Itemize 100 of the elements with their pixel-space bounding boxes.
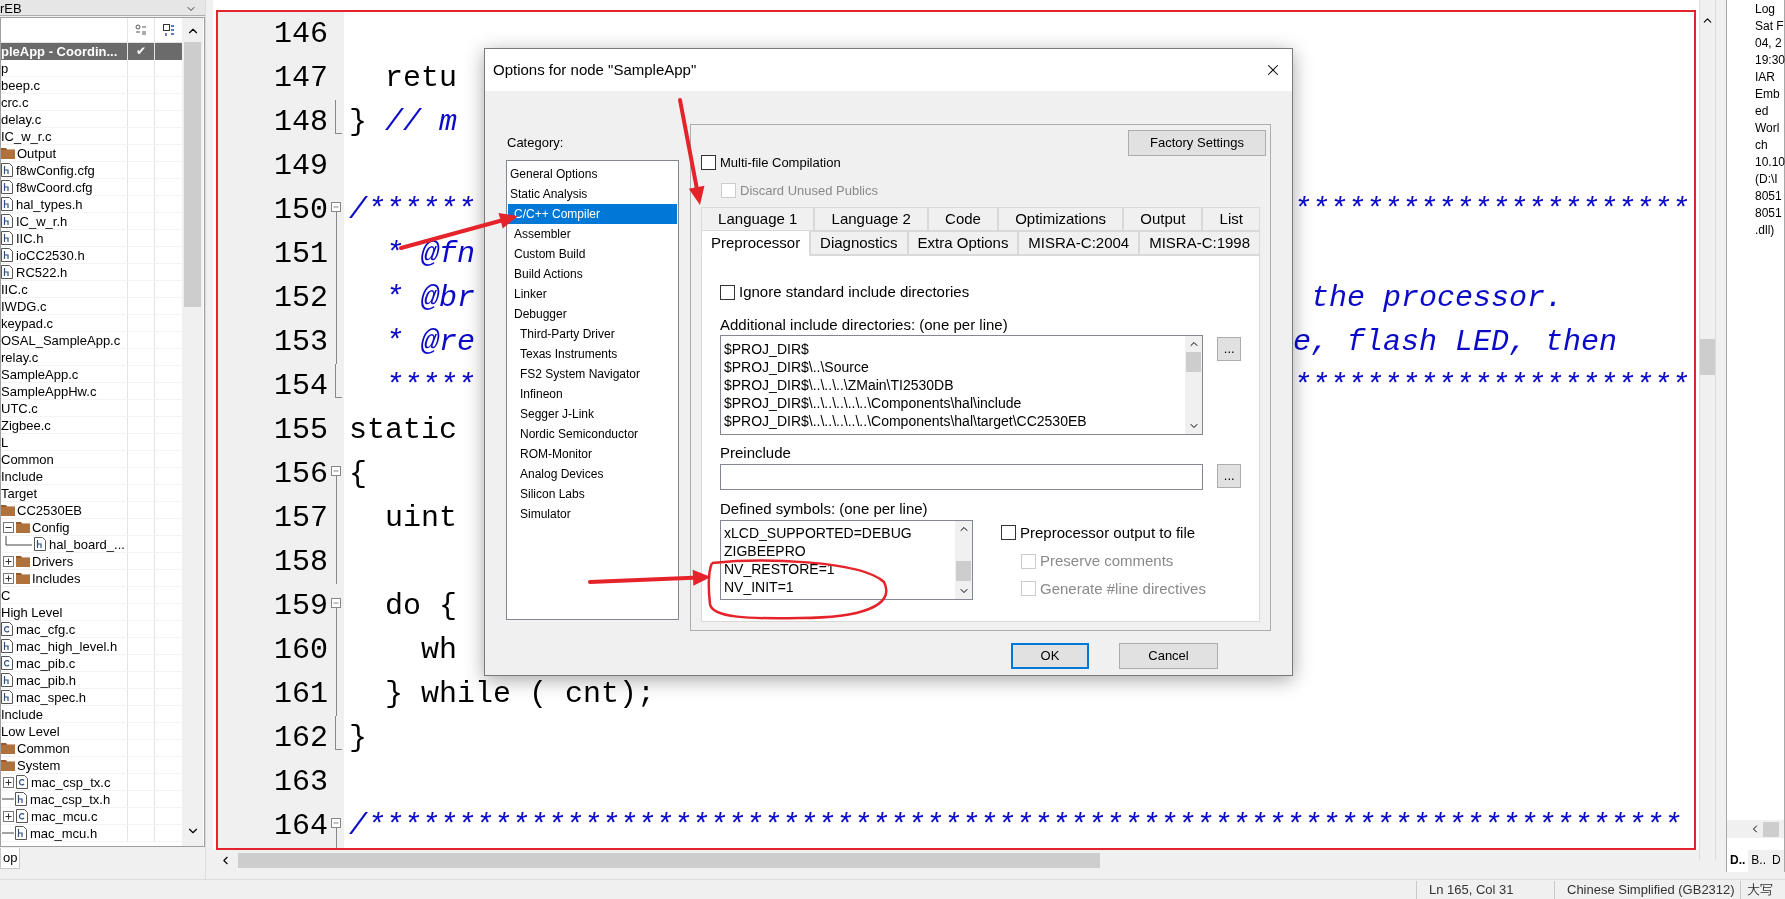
column-icon[interactable]	[135, 24, 147, 36]
tree-item[interactable]: Output	[17, 146, 57, 160]
tree-item[interactable]: f8wConfig.cfg	[16, 163, 95, 177]
tree-item[interactable]: Common	[1, 452, 54, 466]
tree-item[interactable]: Includes	[32, 571, 81, 585]
category-item[interactable]: Infineon	[508, 384, 677, 404]
category-item[interactable]: Nordic Semiconductor	[508, 424, 677, 444]
category-item[interactable]: C/C++ Compiler	[508, 204, 677, 224]
tree-item[interactable]: beep.c	[1, 78, 41, 92]
tree-item[interactable]: RC522.h	[16, 265, 68, 279]
tab[interactable]: Code	[927, 207, 999, 231]
list-item[interactable]: $PROJ_DIR$\..\Source	[724, 357, 1186, 376]
scrollbar[interactable]	[1185, 335, 1203, 434]
tree-item[interactable]: SampleAppHw.c	[1, 384, 97, 398]
list-item[interactable]: $PROJ_DIR$\..\..\..\ZMain\TI2530DB	[724, 375, 1186, 394]
scroll-thumb[interactable]	[1763, 821, 1779, 837]
fold-toggle-icon[interactable]	[331, 466, 341, 476]
category-list[interactable]	[506, 160, 679, 620]
project-row[interactable]: pleApp - Coordin... ✔	[1, 43, 182, 60]
browse-button[interactable]: ...	[1217, 463, 1241, 488]
tree-item[interactable]: Target	[1, 486, 38, 500]
scroll-thumb[interactable]	[238, 853, 1100, 868]
tree-item[interactable]: Common	[17, 741, 70, 755]
browse-button[interactable]: ...	[1217, 336, 1241, 361]
tab[interactable]: Extra Options	[907, 231, 1019, 255]
checkbox[interactable]	[1001, 525, 1016, 541]
category-item[interactable]: General Options	[508, 164, 677, 184]
tab[interactable]: Language 1	[701, 207, 815, 231]
tree-item[interactable]: Drivers	[32, 554, 74, 568]
tab[interactable]: Diagnostics	[810, 231, 908, 255]
tab[interactable]: MISRA-C:1998	[1139, 231, 1260, 255]
tree-item[interactable]: mac_high_level.h	[16, 639, 118, 653]
tree-item[interactable]: SampleApp.c	[1, 367, 79, 381]
tab[interactable]: MISRA-C:2004	[1018, 231, 1140, 255]
tree-item[interactable]: L	[1, 435, 9, 449]
scroll-thumb[interactable]	[1700, 339, 1715, 375]
category-item[interactable]: Static Analysis	[508, 184, 677, 204]
tree-item[interactable]: C	[1, 588, 11, 602]
tree-item[interactable]: Config	[32, 520, 70, 534]
tab[interactable]: Output	[1123, 207, 1203, 231]
tree-item[interactable]: delay.c	[1, 112, 42, 126]
category-item[interactable]: FS2 System Navigator	[508, 364, 677, 384]
tree-item[interactable]: mac_csp_tx.h	[30, 792, 111, 806]
factory-settings-button[interactable]: Factory Settings	[1128, 130, 1266, 156]
tree-item[interactable]: mac_spec.h	[16, 690, 87, 704]
symbols-list[interactable]: xLCD_SUPPORTED=DEBUG ZIGBEEPRO NV_RESTORE=1 NV_INIT=1	[720, 519, 973, 600]
tree-item[interactable]: mac_mcu.h	[30, 826, 98, 840]
list-item[interactable]: NV_INIT=1	[724, 577, 955, 596]
scrollbar[interactable]	[1699, 0, 1716, 860]
category-item[interactable]: Segger J-Link	[508, 404, 677, 424]
list-item[interactable]: $PROJ_DIR$\..\..\..\..\..\Components\hal\target\CC2530EB	[724, 411, 1186, 430]
tree-item[interactable]: IWDG.c	[1, 299, 47, 313]
list-item[interactable]: xLCD_SUPPORTED=DEBUG	[724, 523, 955, 542]
tree-item[interactable]: mac_pib.h	[16, 673, 76, 687]
tree-item[interactable]: p	[1, 61, 9, 75]
expand-icon[interactable]	[3, 572, 14, 584]
panel-tab[interactable]: D..	[1727, 850, 1749, 872]
category-item[interactable]: Simulator	[508, 504, 677, 524]
tree-item[interactable]: crc.c	[1, 95, 29, 109]
tree-item[interactable]: IC_w_r.h	[16, 214, 68, 228]
category-item[interactable]: Third-Party Driver	[508, 324, 677, 344]
checkbox[interactable]	[701, 155, 716, 171]
tree-item[interactable]: f8wCoord.cfg	[16, 180, 93, 194]
configuration-dropdown[interactable]: rEB	[0, 0, 205, 16]
tree-item[interactable]: UTC.c	[1, 401, 38, 415]
category-item[interactable]: Texas Instruments	[508, 344, 677, 364]
fold-toggle-icon[interactable]	[331, 818, 341, 828]
category-item[interactable]: ROM-Monitor	[508, 444, 677, 464]
tree-item[interactable]: Include	[1, 469, 43, 483]
scroll-thumb[interactable]	[184, 42, 201, 307]
category-item[interactable]: Linker	[508, 284, 677, 304]
tree-item[interactable]: hal_board_...	[49, 537, 125, 551]
category-item[interactable]: Silicon Labs	[508, 484, 677, 504]
tree-item[interactable]: mac_pib.c	[16, 656, 76, 670]
expand-icon[interactable]	[3, 776, 14, 788]
horizontal-scrollbar[interactable]	[1727, 820, 1784, 838]
scrollbar[interactable]	[955, 520, 972, 599]
tree-item[interactable]: ioCC2530.h	[16, 248, 85, 262]
list-item[interactable]: $PROJ_DIR$\..\..\..\..\..\Components\hal\include	[724, 393, 1186, 412]
list-item[interactable]: NV_RESTORE=1	[724, 559, 955, 578]
category-item[interactable]: Custom Build	[508, 244, 677, 264]
expand-icon[interactable]	[3, 810, 14, 822]
tree-item[interactable]: High Level	[1, 605, 63, 619]
tree-item[interactable]: IC_w_r.c	[1, 129, 52, 143]
tab[interactable]: Optimizations	[998, 207, 1124, 231]
dialog-button[interactable]: Cancel	[1119, 643, 1218, 669]
tree-item[interactable]: CC2530EB	[17, 503, 83, 517]
tree-item[interactable]: System	[17, 758, 61, 772]
tree-item[interactable]: hal_types.h	[16, 197, 83, 211]
tree-item[interactable]: mac_cfg.c	[16, 622, 76, 636]
tree-item[interactable]: OSAL_SampleApp.c	[1, 333, 121, 347]
preinclude-field[interactable]	[720, 463, 1204, 490]
list-item[interactable]: ZIGBEEPRO	[724, 541, 955, 560]
tree-item[interactable]: relay.c	[1, 350, 39, 364]
checkbox[interactable]	[720, 284, 735, 300]
expand-icon[interactable]	[3, 555, 14, 567]
tab[interactable]: Language 2	[814, 207, 928, 231]
tree-item[interactable]: IIC.h	[16, 231, 44, 245]
scrollbar[interactable]	[182, 18, 203, 846]
dialog-button[interactable]: OK	[1011, 643, 1089, 669]
